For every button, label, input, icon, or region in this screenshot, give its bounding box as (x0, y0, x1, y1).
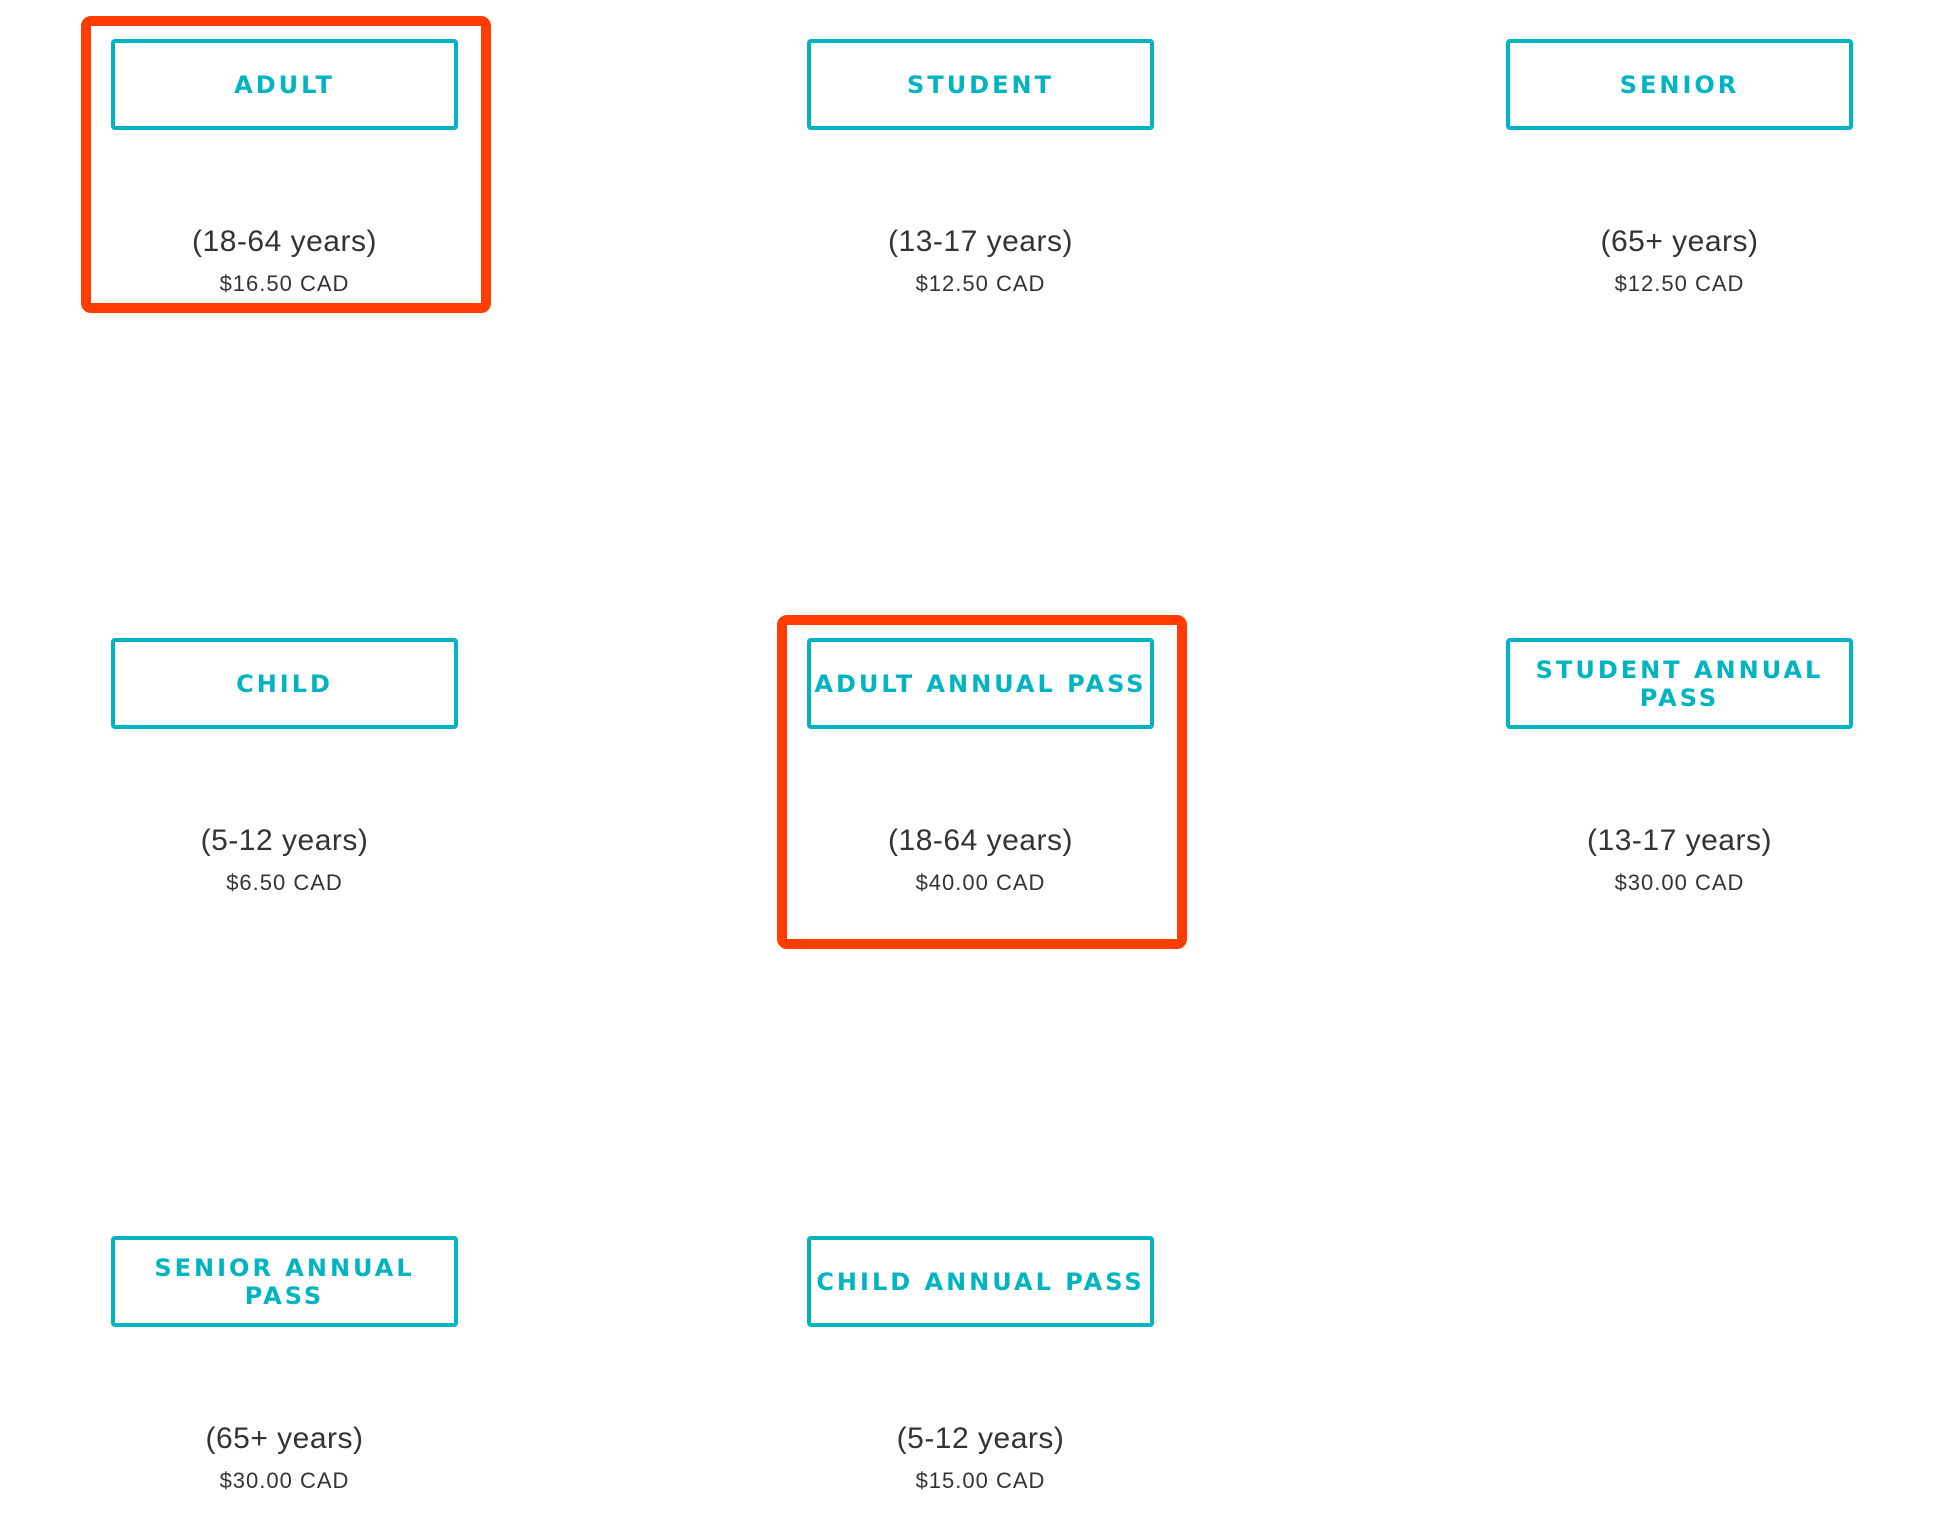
ticket-price: $12.50 CAD (915, 271, 1046, 296)
ticket-button-child[interactable]: CHILD (111, 638, 458, 729)
ticket-card-child-annual-pass: CHILD ANNUAL PASS (5-12 years) $15.00 CAD (807, 1236, 1154, 1536)
ticket-price: $30.00 CAD (219, 1468, 350, 1493)
ticket-age-range: (13-17 years) (888, 225, 1073, 258)
ticket-price: $16.50 CAD (219, 271, 350, 296)
ticket-age-range: (5-12 years) (200, 824, 369, 857)
ticket-button-senior-annual-pass[interactable]: SENIOR ANNUAL PASS (111, 1236, 458, 1327)
ticket-card-senior-annual-pass: SENIOR ANNUAL PASS (65+ years) $30.00 CAD (111, 1236, 458, 1536)
ticket-button-adult[interactable]: ADULT (111, 39, 458, 130)
ticket-card-student: STUDENT (13-17 years) $12.50 CAD (807, 39, 1154, 339)
ticket-button-student[interactable]: STUDENT (807, 39, 1154, 130)
ticket-card-student-annual-pass: STUDENT ANNUAL PASS (13-17 years) $30.00 C… (1506, 638, 1853, 938)
ticket-age-range: (65+ years) (1600, 225, 1759, 258)
ticket-age-range: (5-12 years) (896, 1422, 1065, 1455)
ticket-price: $12.50 CAD (1614, 271, 1745, 296)
ticket-price: $30.00 CAD (1614, 870, 1745, 895)
ticket-age-range: (18-64 years) (888, 824, 1073, 857)
ticket-button-student-annual-pass[interactable]: STUDENT ANNUAL PASS (1506, 638, 1853, 729)
ticket-card-senior: SENIOR (65+ years) $12.50 CAD (1506, 39, 1853, 339)
ticket-age-range: (18-64 years) (192, 225, 377, 258)
ticket-card-child: CHILD (5-12 years) $6.50 CAD (111, 638, 458, 938)
ticket-button-adult-annual-pass[interactable]: ADULT ANNUAL PASS (807, 638, 1154, 729)
ticket-age-range: (13-17 years) (1587, 824, 1772, 857)
ticket-age-range: (65+ years) (205, 1422, 364, 1455)
ticket-button-senior[interactable]: SENIOR (1506, 39, 1853, 130)
ticket-button-child-annual-pass[interactable]: CHILD ANNUAL PASS (807, 1236, 1154, 1327)
ticket-price: $15.00 CAD (915, 1468, 1046, 1493)
ticket-price: $40.00 CAD (915, 870, 1046, 895)
ticket-price: $6.50 CAD (226, 870, 343, 895)
ticket-card-adult-annual-pass: ADULT ANNUAL PASS (18-64 years) $40.00 CAD (807, 638, 1154, 938)
ticket-card-adult: ADULT (18-64 years) $16.50 CAD (111, 39, 458, 339)
